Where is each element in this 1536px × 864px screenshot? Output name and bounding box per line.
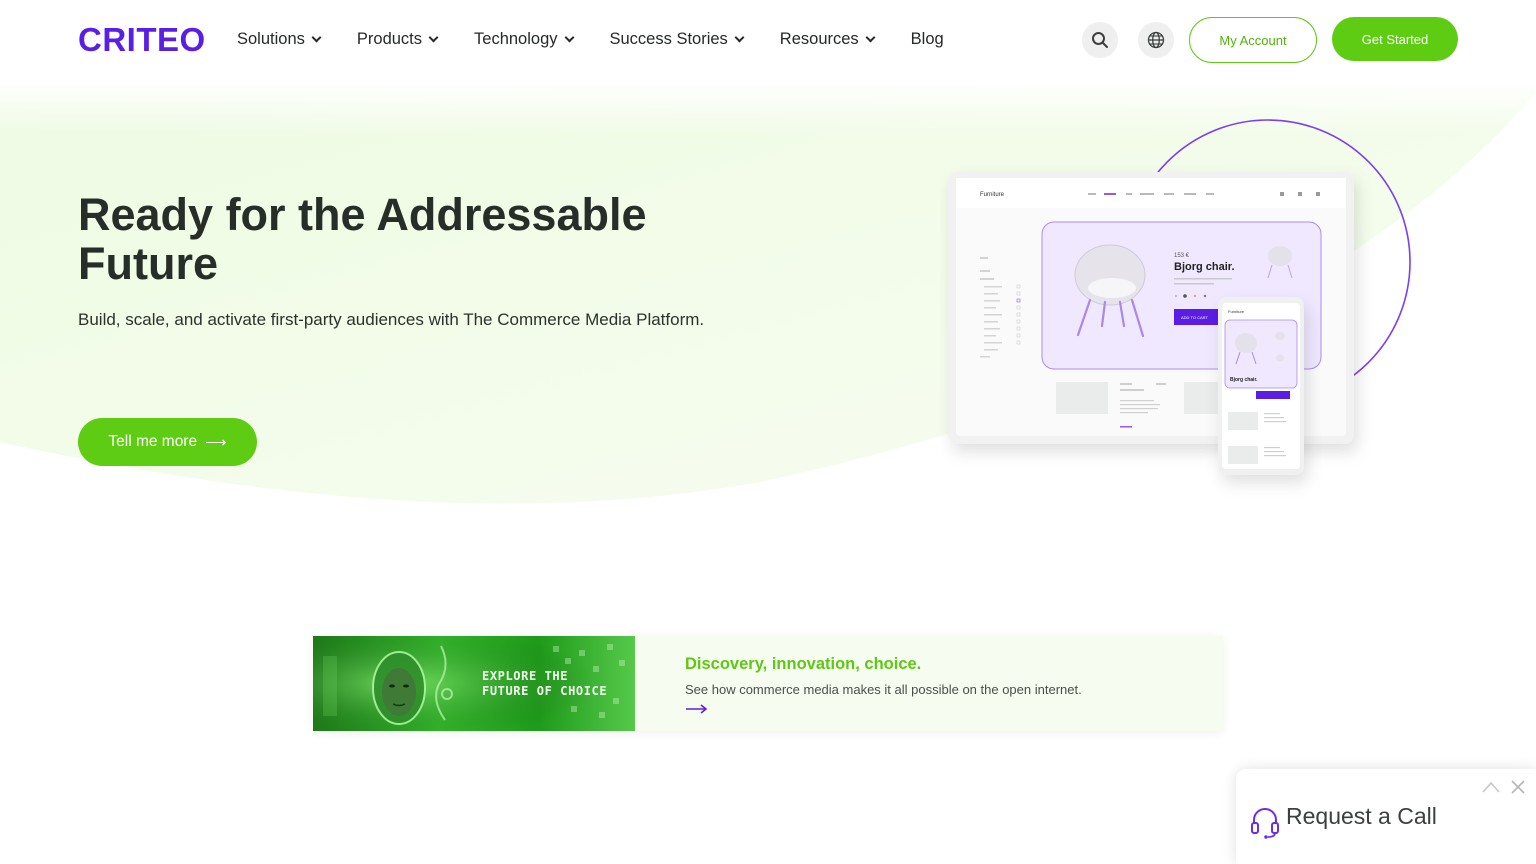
nav-item-label: Blog (910, 30, 944, 48)
hero-title: Ready for the Addressable Future (78, 189, 647, 289)
nav-item-label: Solutions (237, 30, 305, 48)
mockup-add-to-cart: ADD TO CART (1181, 315, 1208, 320)
chevron-down-icon (865, 32, 876, 42)
chevron-down-icon (428, 32, 439, 42)
nav-item-resources[interactable]: Resources (779, 30, 876, 49)
request-call-widget: Request a Call (1236, 769, 1536, 864)
language-button[interactable] (1138, 22, 1174, 58)
chevron-down-icon (734, 32, 745, 42)
promo-image-line1: EXPLORE THE (482, 669, 569, 683)
chevron-down-icon (564, 32, 574, 42)
site-header: CRITEO Solutions Products Technology Suc… (0, 0, 1536, 82)
mockup-mobile-product-name: Bjorg chair. (1230, 377, 1258, 383)
nav-item-blog[interactable]: Blog (911, 30, 944, 49)
search-button[interactable] (1082, 22, 1118, 58)
nav-item-label: Products (356, 30, 423, 48)
promo-title: Discovery, innovation, choice. (685, 655, 922, 673)
tell-me-more-button[interactable]: Tell me more ⟶ (78, 418, 257, 466)
headset-icon (1251, 808, 1279, 839)
chevron-down-icon (311, 32, 322, 42)
mockup-store-name: Furniture (980, 192, 1005, 198)
search-icon (1092, 32, 1108, 48)
mockup-mobile-store-name: Furniture (1228, 309, 1245, 314)
request-call-button[interactable]: Request a Call (1286, 803, 1437, 830)
hero-subtitle: Build, scale, and activate first-party a… (78, 310, 705, 329)
nav-item-label: Technology (474, 30, 558, 48)
product-mockup-illustration: Furniture 153 € Bjorg chair. ADD TO CART (948, 119, 1411, 475)
get-started-button[interactable]: Get Started (1332, 17, 1458, 61)
arrow-right-icon: ⟶ (205, 434, 227, 451)
chevron-up-icon[interactable] (1481, 779, 1501, 795)
nav-item-success-stories[interactable]: Success Stories (609, 30, 745, 49)
globe-icon (1147, 31, 1165, 49)
promo-banner[interactable]: EXPLORE THE FUTURE OF CHOICE Discovery, … (313, 636, 1223, 731)
my-account-button[interactable]: My Account (1189, 17, 1317, 63)
nav-item-label: Resources (779, 30, 859, 48)
mockup-product-name: Bjorg chair. (1174, 261, 1235, 273)
criteo-logo[interactable]: CRITEO (78, 23, 206, 56)
arrow-right-icon[interactable] (685, 701, 709, 717)
close-icon[interactable] (1510, 779, 1526, 795)
mockup-price: 153 € (1174, 253, 1190, 259)
promo-image-caption: EXPLORE THE FUTURE OF CHOICE (482, 669, 607, 699)
nav-item-solutions[interactable]: Solutions (237, 30, 322, 49)
promo-image: EXPLORE THE FUTURE OF CHOICE (313, 636, 635, 731)
main-nav: Solutions Products Technology Success St… (237, 30, 981, 49)
nav-item-label: Success Stories (609, 30, 728, 48)
cta-label: Tell me more (108, 433, 198, 450)
nav-item-products[interactable]: Products (356, 30, 439, 49)
promo-description: See how commerce media makes it all poss… (685, 682, 1082, 697)
nav-item-technology[interactable]: Technology (474, 30, 574, 49)
promo-image-line2: FUTURE OF CHOICE (482, 684, 608, 698)
